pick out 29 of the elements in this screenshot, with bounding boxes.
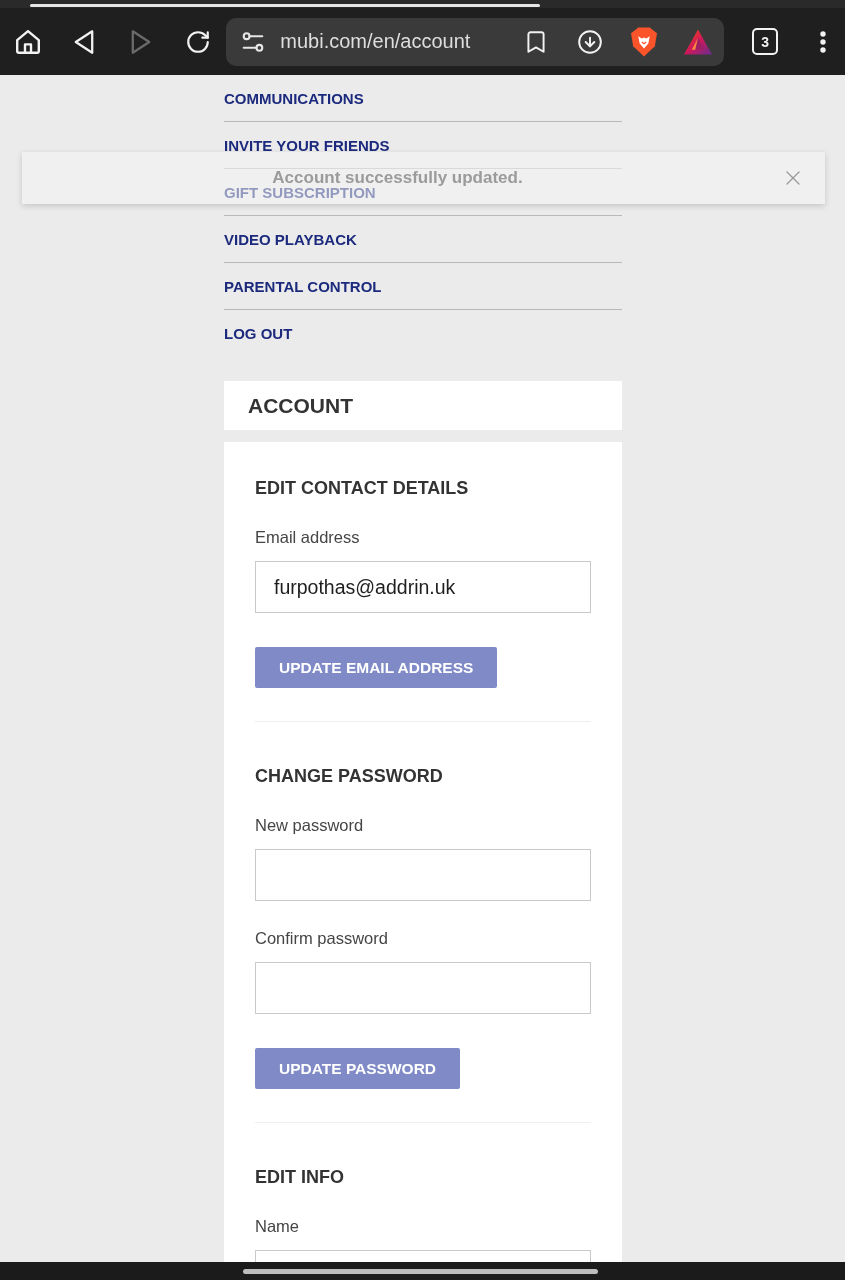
field-label: New password: [255, 815, 364, 835]
text-field[interactable]: [255, 849, 591, 901]
section-title: CHANGE PASSWORD: [255, 765, 443, 788]
account-menu-link[interactable]: PARENTAL CONTROL: [224, 277, 382, 295]
account-menu-link[interactable]: INVITE YOUR FRIENDS: [224, 136, 390, 154]
url-text: mubi.com/en/account: [280, 30, 471, 53]
section-title: EDIT CONTACT DETAILS: [255, 477, 469, 500]
section-title: EDIT INFO: [255, 1166, 344, 1189]
gesture-handle[interactable]: [243, 1268, 598, 1274]
forward-icon: [129, 29, 152, 54]
tune-icon: [242, 31, 265, 52]
page-title: ACCOUNT: [248, 393, 353, 418]
field-label: Name: [255, 1216, 299, 1236]
field-label: Confirm password: [255, 928, 388, 948]
menu-icon: [820, 30, 827, 53]
account-menu-link[interactable]: VIDEO PLAYBACK: [224, 230, 357, 248]
field-label: Email address: [255, 527, 360, 547]
tab-count-button[interactable]: 3: [751, 28, 779, 55]
text-field[interactable]: [255, 962, 591, 1014]
shield-icon: [630, 26, 657, 57]
text-field[interactable]: furpothas@addrin.uk: [255, 561, 591, 613]
home-icon: [15, 29, 40, 54]
back-icon: [73, 29, 96, 54]
account-menu-link[interactable]: COMMUNICATIONS: [224, 89, 364, 107]
account-menu-link[interactable]: LOG OUT: [224, 324, 293, 342]
reload-icon: [184, 28, 211, 55]
address-bar[interactable]: mubi.com/en/account: [226, 17, 724, 66]
download-icon: [576, 28, 603, 55]
triangle-icon: [683, 28, 712, 55]
